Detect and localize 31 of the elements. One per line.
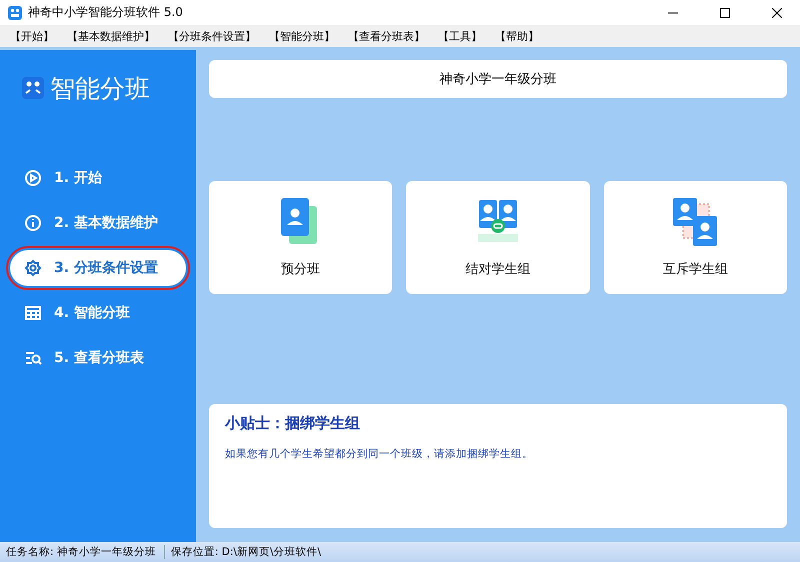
menu-item[interactable]: 【查看分班表】 — [344, 28, 434, 44]
menu-item[interactable]: 【工具】 — [434, 28, 491, 44]
nav-item[interactable]: 5. 查看分班表 — [10, 340, 186, 376]
nav-item[interactable]: 2. 基本数据维护 — [10, 205, 186, 241]
feature-card[interactable]: 预分班 — [209, 181, 392, 294]
status-field: 保存位置: D:\新网页\分班软件\ — [170, 545, 330, 559]
feature-card[interactable]: 互斥学生组 — [604, 181, 787, 294]
task-title: 神奇小学一年级分班 — [209, 60, 787, 98]
search-list-icon — [24, 349, 42, 367]
window-title: 神奇中小学智能分班软件 5.0 — [28, 4, 184, 21]
nav-item[interactable]: 3. 分班条件设置 — [10, 250, 186, 286]
feature-card[interactable]: 结对学生组 — [406, 181, 590, 294]
menu-item[interactable]: 【帮助】 — [491, 28, 548, 44]
nav-item[interactable]: 4. 智能分班 — [10, 295, 186, 331]
table-icon — [24, 304, 42, 322]
app-logo-icon — [8, 6, 22, 20]
nav-item[interactable]: 1. 开始 — [10, 160, 186, 196]
tip-text: 如果您有几个学生希望都分到同一个班级，请添加捆绑学生组。 — [225, 447, 534, 461]
close-icon — [772, 8, 782, 18]
menu-item[interactable]: 【开始】 — [6, 28, 63, 44]
maximize-icon — [720, 8, 730, 18]
status-field: 任务名称: 神奇小学一年级分班 — [6, 545, 165, 559]
app-logo-icon — [22, 77, 44, 99]
play-circle-icon — [24, 169, 42, 187]
menu-item[interactable]: 【分班条件设置】 — [164, 28, 265, 44]
menu-item[interactable]: 【智能分班】 — [265, 28, 344, 44]
app-name: 智能分班 — [50, 72, 150, 104]
info-icon — [24, 214, 42, 232]
menu-item[interactable]: 【基本数据维护】 — [63, 28, 164, 44]
settings-icon — [24, 259, 42, 277]
tip-title: 小贴士：捆绑学生组 — [225, 414, 361, 433]
